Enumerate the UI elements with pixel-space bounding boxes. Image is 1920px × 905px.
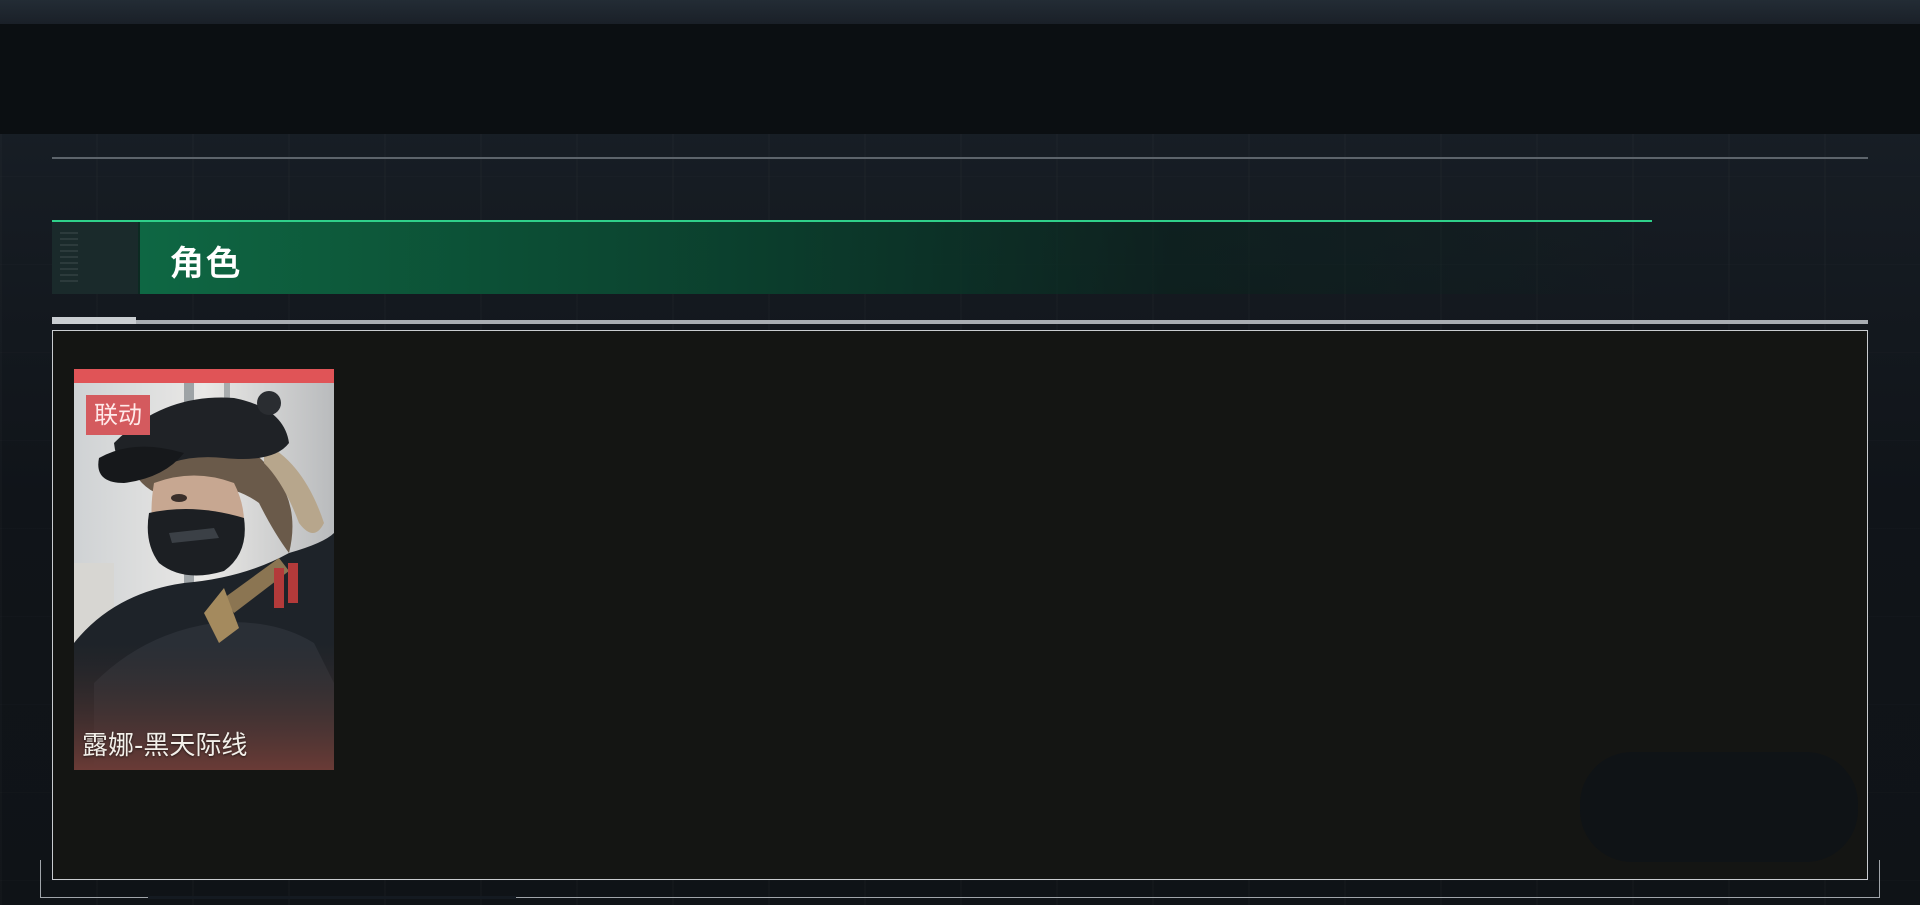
card-rarity-bar — [74, 369, 334, 383]
top-bar — [0, 24, 1920, 134]
corner-overlay — [1580, 752, 1858, 862]
header-divider-accent — [52, 317, 136, 324]
card-tag-badge: 联动 — [86, 395, 150, 435]
character-portrait-icon — [74, 383, 334, 770]
character-card[interactable]: 联动 露娜-黑天际线 — [74, 369, 334, 770]
panel-frame — [40, 860, 1880, 898]
panel-frame-gap — [148, 896, 516, 899]
header-divider — [52, 320, 1868, 324]
section-title: 角色 — [170, 244, 242, 284]
section-header-notch — [52, 222, 140, 294]
top-divider — [52, 157, 1868, 159]
section-header: 角色 — [52, 220, 1652, 294]
character-name: 露娜-黑天际线 — [82, 731, 248, 761]
top-strip — [0, 0, 1920, 24]
